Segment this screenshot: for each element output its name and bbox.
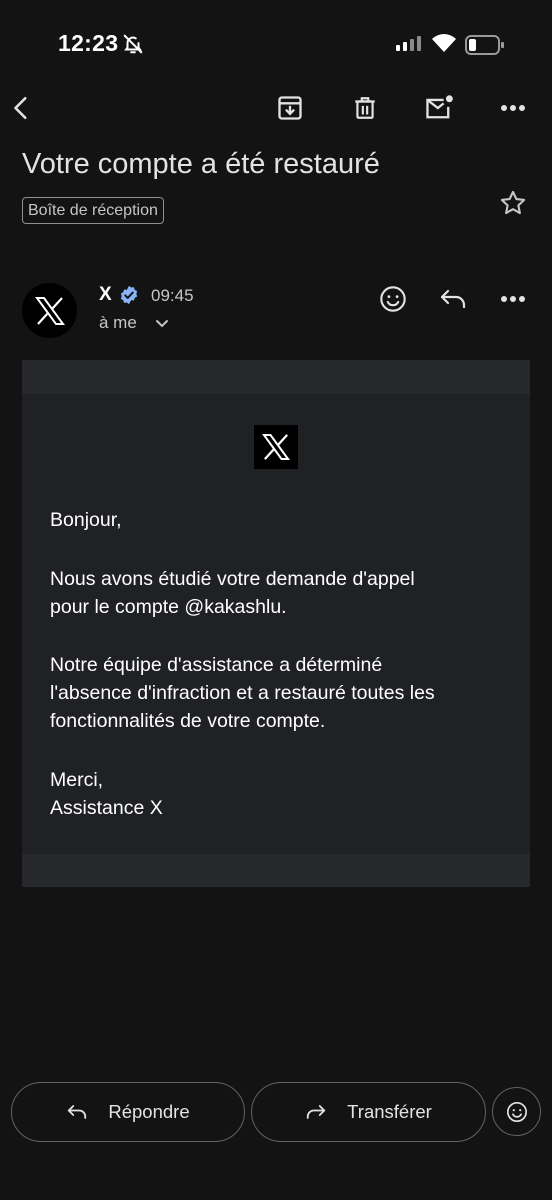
email-subject: Votre compte a été restauré [22,148,380,180]
bell-muted-icon [122,33,144,60]
archive-icon[interactable] [270,88,310,128]
reply-icon[interactable] [433,279,473,319]
trash-icon[interactable] [345,88,385,128]
email-signoff: Merci, Assistance X [50,769,163,819]
mark-unread-icon[interactable] [419,88,459,128]
recipient-label[interactable]: à me [99,313,137,333]
chevron-down-icon[interactable] [154,315,170,336]
inbox-label-chip[interactable]: Boîte de réception [22,197,164,224]
forward-button[interactable]: Transférer [251,1082,486,1142]
star-icon[interactable] [493,183,533,223]
sender-name[interactable]: X [99,284,112,306]
x-logo-icon [254,425,298,469]
emoji-react-button[interactable] [492,1087,541,1136]
more-horizontal-icon[interactable] [493,279,533,319]
email-paragraph: Notre équipe d'assistance a déterminé l'… [50,654,435,732]
emoji-react-icon [506,1101,527,1122]
emoji-react-icon[interactable] [373,279,413,319]
wifi-icon [431,33,457,58]
cellular-signal-icon [396,36,421,51]
x-logo-icon [34,296,65,325]
reply-button-label: Répondre [108,1101,190,1122]
reply-icon [68,1105,87,1119]
sender-avatar[interactable] [22,283,77,338]
forward-button-label: Transférer [347,1101,432,1122]
status-time: 12:23 [58,30,119,56]
more-horizontal-icon[interactable] [493,88,533,128]
email-time: 09:45 [151,286,194,305]
battery-icon [465,35,505,60]
reply-button[interactable]: Répondre [11,1082,245,1142]
verified-badge-icon [119,285,139,310]
email-paragraph: Nous avons étudié votre demande d'appel … [50,568,415,618]
arrow-back-icon[interactable] [2,88,42,128]
forward-icon [307,1105,326,1119]
email-greeting: Bonjour, [50,509,122,531]
